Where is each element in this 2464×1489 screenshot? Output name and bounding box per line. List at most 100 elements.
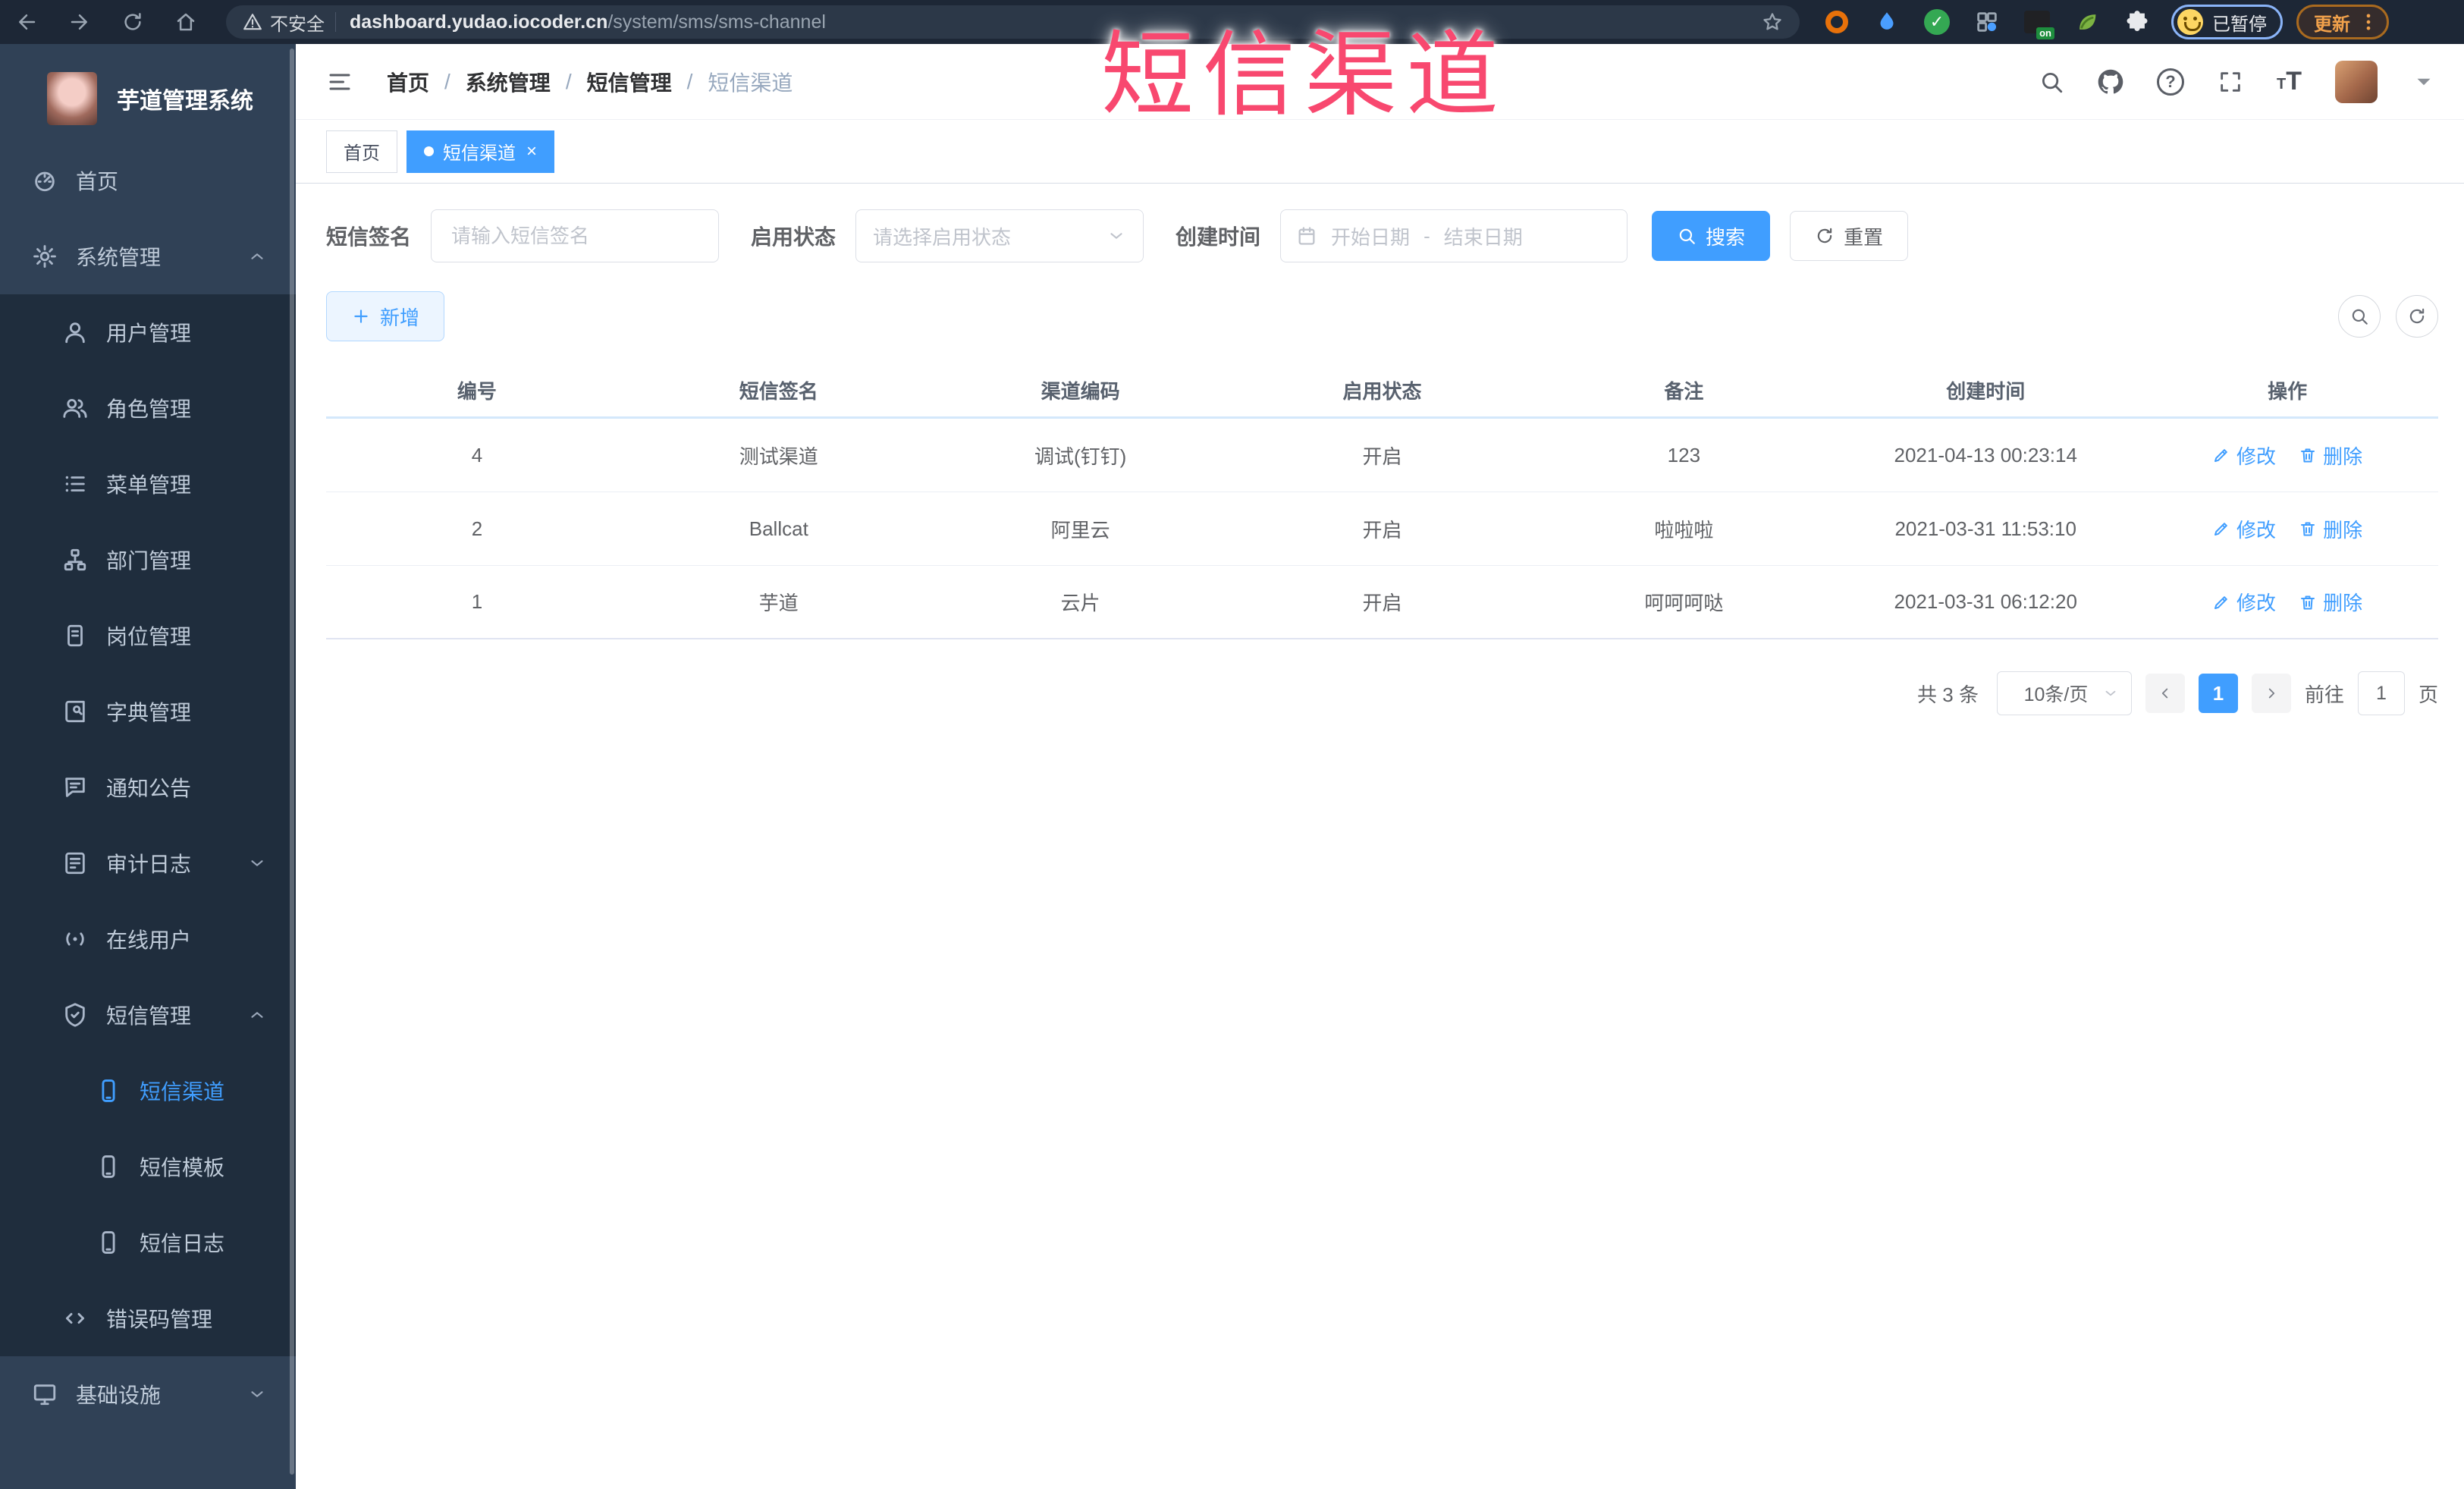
forward-icon[interactable] <box>68 11 91 33</box>
caret-down-icon[interactable] <box>2411 69 2437 95</box>
browser-update-menu-button[interactable]: 更新 <box>2296 5 2389 39</box>
search-button[interactable]: 搜索 <box>1652 211 1771 261</box>
plus-icon <box>351 306 371 326</box>
extension-orange-ring-icon[interactable] <box>1822 8 1851 36</box>
extension-grid-icon[interactable] <box>1973 8 2001 36</box>
github-icon[interactable] <box>2098 69 2123 95</box>
not-secure-label: 不安全 <box>270 14 325 35</box>
tab-home[interactable]: 首页 <box>326 130 397 173</box>
extensions-puzzle-icon[interactable] <box>2123 8 2152 36</box>
delete-link[interactable]: 删除 <box>2299 515 2362 543</box>
phone-icon <box>96 1230 121 1255</box>
sidebar-item-sms[interactable]: 短信管理 <box>0 977 296 1053</box>
chevron-down-icon <box>247 853 267 873</box>
user-avatar[interactable] <box>2335 60 2378 103</box>
chevron-up-icon <box>247 1005 267 1025</box>
code-icon <box>62 1305 88 1331</box>
address-bar[interactable]: 不安全 dashboard.yudao.iocoder.cn /system/s… <box>226 5 1800 39</box>
fullscreen-icon[interactable] <box>2218 69 2243 95</box>
search-icon <box>1677 226 1697 246</box>
kebab-menu-icon <box>2358 11 2379 33</box>
toggle-search-button[interactable] <box>2338 295 2381 338</box>
font-size-icon[interactable]: TT <box>2277 67 2302 96</box>
sidebar-item-audit-log[interactable]: 审计日志 <box>0 825 296 901</box>
goto-page-input[interactable] <box>2357 671 2405 715</box>
sidebar-item-posts[interactable]: 岗位管理 <box>0 598 296 674</box>
edit-link[interactable]: 修改 <box>2212 441 2276 470</box>
sidebar-scrollbar[interactable] <box>290 49 294 1475</box>
breadcrumb-system[interactable]: 系统管理 <box>466 67 551 97</box>
sidebar-item-error-codes[interactable]: 错误码管理 <box>0 1280 296 1356</box>
help-icon[interactable]: ? <box>2157 68 2184 96</box>
chevron-up-icon <box>247 247 267 266</box>
sidebar-item-menus[interactable]: 菜单管理 <box>0 446 296 522</box>
breadcrumb-separator: / <box>444 69 450 93</box>
browser-toolbar: 不安全 dashboard.yudao.iocoder.cn /system/s… <box>0 0 2464 44</box>
extension-drop-icon[interactable] <box>1872 8 1901 36</box>
extension-dark-on-icon[interactable]: on <box>2023 8 2054 39</box>
sidebar-item-sms-template[interactable]: 短信模板 <box>0 1129 296 1205</box>
edit-pen-icon <box>2212 520 2230 538</box>
date-range-picker[interactable]: 开始日期 - 结束日期 <box>1280 209 1628 262</box>
prev-page-button[interactable] <box>2145 674 2185 713</box>
sidebar-item-sms-log[interactable]: 短信日志 <box>0 1205 296 1280</box>
chevron-right-icon <box>2263 685 2280 702</box>
hamburger-icon[interactable] <box>326 68 353 96</box>
edit-link[interactable]: 修改 <box>2212 515 2276 543</box>
extension-green-check-icon[interactable]: ✓ <box>1923 8 1951 36</box>
next-page-button[interactable] <box>2251 674 2291 713</box>
page-content: 短信签名 启用状态 请选择启用状态 创建时间 开始日期 - 结束日期 <box>296 209 2464 715</box>
breadcrumb-sms[interactable]: 短信管理 <box>587 67 672 97</box>
sidebar-item-online-users[interactable]: 在线用户 <box>0 901 296 977</box>
not-secure-warning-icon <box>243 12 262 32</box>
sidebar-item-users[interactable]: 用户管理 <box>0 294 296 370</box>
navbar-actions: ? TT <box>2039 60 2437 103</box>
back-icon[interactable] <box>15 11 38 33</box>
sidebar-item-dict[interactable]: 字典管理 <box>0 674 296 749</box>
system-submenu: 用户管理 角色管理 菜单管理 部门管理 岗位管理 字典管理 通知公告 审计日志 … <box>0 294 296 1356</box>
tab-sms-channel[interactable]: 短信渠道 × <box>406 130 555 173</box>
page-size-select[interactable]: 10条/页 <box>1996 671 2132 715</box>
search-icon <box>2349 306 2369 326</box>
user-icon <box>62 319 88 345</box>
table-header-row: 编号 短信签名 渠道编码 启用状态 备注 创建时间 操作 <box>326 364 2438 419</box>
toolbar-right-icons <box>2338 295 2438 338</box>
app-logo <box>47 72 97 125</box>
status-select[interactable]: 请选择启用状态 <box>855 209 1144 262</box>
sidebar-item-sms-channel[interactable]: 短信渠道 <box>0 1053 296 1129</box>
chevron-left-icon <box>2157 685 2174 702</box>
extension-leaf-icon[interactable] <box>2073 8 2101 36</box>
sidebar-item-infrastructure[interactable]: 基础设施 <box>0 1356 296 1432</box>
tab-close-icon[interactable]: × <box>526 142 537 161</box>
edit-link[interactable]: 修改 <box>2212 588 2276 616</box>
date-separator: - <box>1423 224 1430 247</box>
phone-icon <box>96 1154 121 1180</box>
app-logo-row[interactable]: 芋道管理系统 <box>0 44 296 143</box>
reload-icon[interactable] <box>121 11 144 33</box>
dictionary-icon <box>62 699 88 724</box>
bookmark-star-icon[interactable] <box>1762 11 1783 33</box>
browser-profile-button[interactable]: 已暂停 <box>2171 5 2283 39</box>
sidebar-item-home[interactable]: 首页 <box>0 143 296 218</box>
extension-icons: ✓ on <box>1822 8 2152 39</box>
delete-link[interactable]: 删除 <box>2299 441 2362 470</box>
sidebar-item-departments[interactable]: 部门管理 <box>0 522 296 598</box>
add-button[interactable]: 新增 <box>326 291 445 341</box>
reset-button[interactable]: 重置 <box>1790 211 1909 261</box>
chevron-down-icon <box>1106 226 1126 246</box>
breadcrumb-home[interactable]: 首页 <box>387 67 429 97</box>
signature-input[interactable] <box>431 209 720 262</box>
search-icon[interactable] <box>2039 69 2064 95</box>
main-area: 首页 / 系统管理 / 短信管理 / 短信渠道 ? TT 首页 短信渠道 × 短… <box>296 44 2464 1489</box>
table-row: 1 芋道 云片 开启 呵呵呵哒 2021-03-31 06:12:20 修改 删… <box>326 566 2438 639</box>
sidebar-item-roles[interactable]: 角色管理 <box>0 370 296 446</box>
create-time-label: 创建时间 <box>1176 225 1261 249</box>
sidebar-item-notice[interactable]: 通知公告 <box>0 749 296 825</box>
org-tree-icon <box>62 547 88 573</box>
delete-link[interactable]: 删除 <box>2299 588 2362 616</box>
home-icon[interactable] <box>174 11 197 33</box>
page-number-1[interactable]: 1 <box>2198 674 2238 713</box>
refresh-table-button[interactable] <box>2396 295 2438 338</box>
sidebar-item-system[interactable]: 系统管理 <box>0 218 296 294</box>
shield-icon <box>62 1002 88 1028</box>
